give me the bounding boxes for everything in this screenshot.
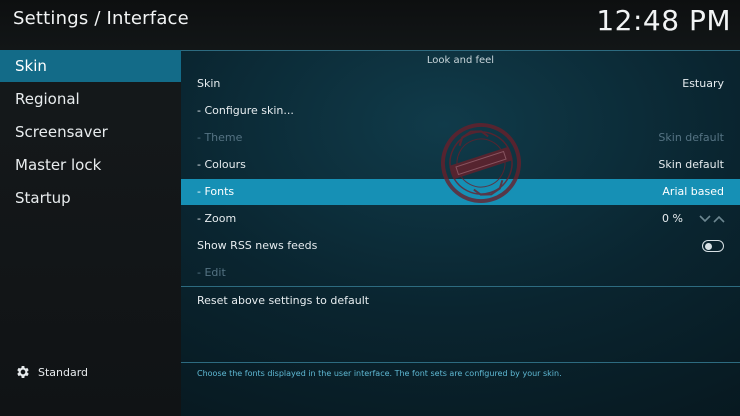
setting-label: Skin <box>197 77 221 90</box>
setting-row-rss[interactable]: Show RSS news feeds <box>181 233 740 259</box>
setting-value: Skin default <box>658 158 724 171</box>
setting-value: Arial based <box>662 185 724 198</box>
toggle-knob <box>705 242 712 250</box>
setting-row-edit: - Edit <box>181 260 740 286</box>
setting-label: - Theme <box>197 131 243 144</box>
page-title: Settings / Interface <box>13 8 189 29</box>
setting-value: Skin default <box>658 131 724 144</box>
setting-label: - Edit <box>197 266 226 279</box>
setting-row-skin[interactable]: Skin Estuary <box>181 71 740 97</box>
group-title: Look and feel <box>426 55 495 66</box>
setting-row-configure-skin[interactable]: - Configure skin... <box>181 98 740 124</box>
divider <box>181 50 740 51</box>
sidebar-item-regional[interactable]: Regional <box>0 83 181 115</box>
sidebar-item-master-lock[interactable]: Master lock <box>0 149 181 181</box>
setting-label: - Fonts <box>197 185 235 198</box>
zoom-value: 0 % <box>662 212 683 225</box>
setting-row-theme: - Theme Skin default <box>181 125 740 151</box>
divider <box>181 286 740 287</box>
setting-row-zoom[interactable]: - Zoom 0 % <box>181 206 740 232</box>
help-text: Choose the fonts displayed in the user i… <box>197 369 562 378</box>
settings-panel: Look and feel Skin Estuary - Configure s… <box>181 50 740 416</box>
sidebar-item-screensaver[interactable]: Screensaver <box>0 116 181 148</box>
gear-icon <box>17 366 29 378</box>
sidebar: Skin Regional Screensaver Master lock St… <box>0 50 181 416</box>
sidebar-item-startup[interactable]: Startup <box>0 182 181 214</box>
setting-label: - Configure skin... <box>197 104 294 117</box>
setting-label: - Colours <box>197 158 246 171</box>
setting-label: Show RSS news feeds <box>197 239 318 252</box>
clock: 12:48 PM <box>596 4 731 37</box>
settings-level-label: Standard <box>38 365 89 379</box>
kodi-settings-window: Settings / Interface 12:48 PM Skin Regio… <box>0 0 740 416</box>
reset-button[interactable]: Reset above settings to default <box>181 288 740 314</box>
setting-label: - Zoom <box>197 212 237 225</box>
rss-toggle[interactable] <box>702 240 724 252</box>
header-bar: Settings / Interface 12:48 PM <box>0 0 740 50</box>
divider <box>181 362 740 363</box>
sidebar-item-skin[interactable]: Skin <box>0 50 181 82</box>
reset-label: Reset above settings to default <box>197 294 370 307</box>
setting-row-colours[interactable]: - Colours Skin default <box>181 152 740 178</box>
zoom-spinner-icon[interactable] <box>699 214 725 224</box>
setting-value: Estuary <box>682 77 724 90</box>
setting-row-fonts[interactable]: - Fonts Arial based <box>181 179 740 205</box>
settings-level-button[interactable]: Standard <box>15 363 88 381</box>
